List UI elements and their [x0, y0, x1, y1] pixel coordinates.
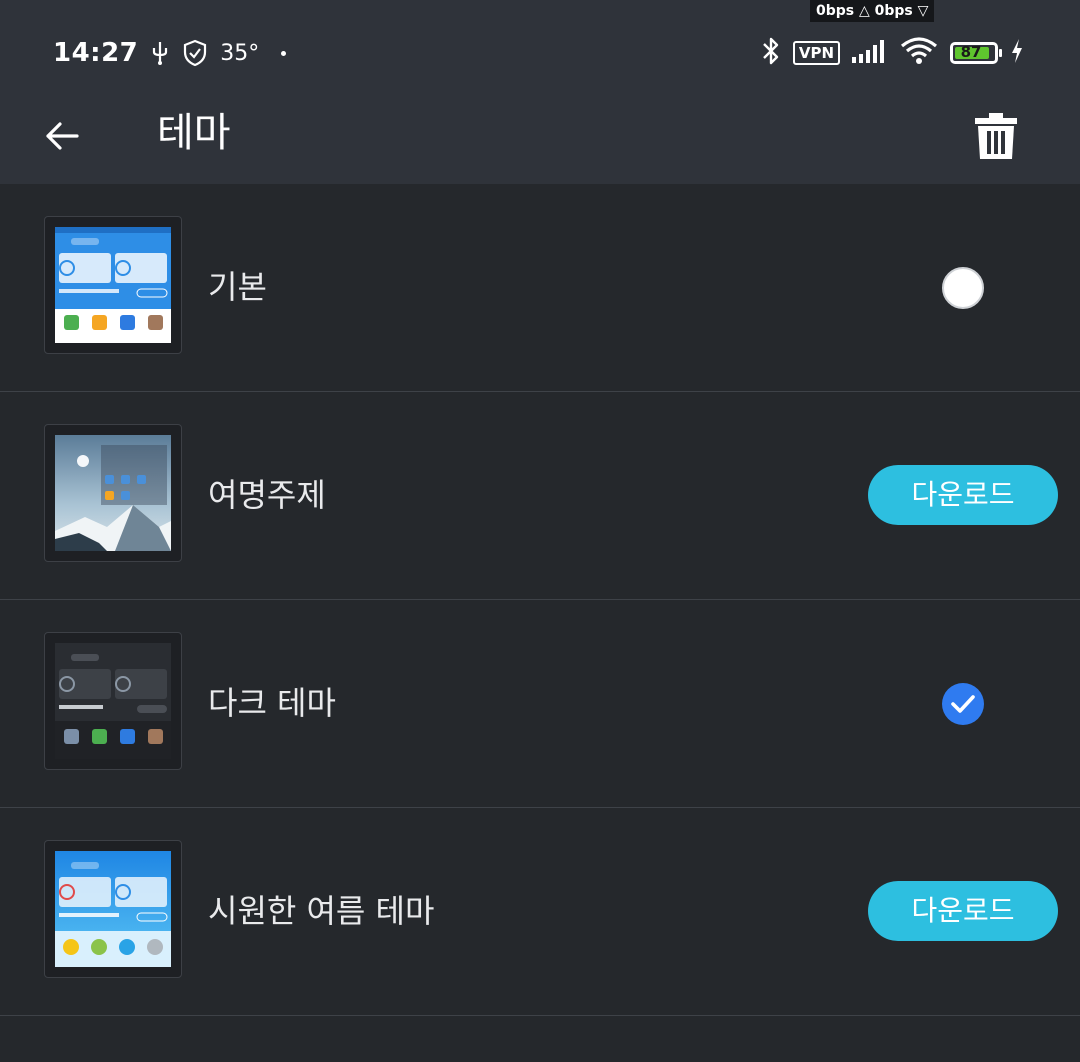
checkmark-icon	[951, 695, 975, 713]
bluetooth-icon	[761, 36, 781, 70]
theme-row-dark[interactable]: 다크 테마	[0, 600, 1080, 808]
theme-thumbnail-dawn	[44, 424, 182, 562]
theme-list: 기본 여명주제 다운로드 다크 테마 시원한 여름 테마 다운로드	[0, 184, 1080, 1016]
theme-name: 기본	[208, 268, 267, 306]
theme-thumbnail-dark	[44, 632, 182, 770]
battery-level: 87	[960, 43, 982, 61]
download-button[interactable]: 다운로드	[868, 881, 1058, 941]
theme-thumbnail-cool-summer	[44, 840, 182, 978]
battery-icon: 87	[950, 42, 1002, 64]
charging-icon	[1010, 38, 1024, 68]
back-button[interactable]	[36, 110, 88, 162]
theme-row-cool-summer[interactable]: 시원한 여름 테마 다운로드	[0, 808, 1080, 1016]
shield-check-icon	[182, 39, 208, 67]
status-bar: 0bps △ 0bps ▽ 14:27 35° VPN 87	[0, 0, 1080, 100]
network-speed: 0bps △ 0bps ▽	[810, 0, 935, 22]
theme-thumbnail-default	[44, 216, 182, 354]
theme-radio-selected[interactable]	[942, 683, 984, 725]
theme-row-default[interactable]: 기본	[0, 184, 1080, 392]
download-button[interactable]: 다운로드	[868, 465, 1058, 525]
trash-icon	[975, 113, 1017, 159]
status-bar-left: 14:27 35°	[53, 36, 287, 70]
temperature: 35°	[220, 40, 260, 66]
wifi-icon	[900, 36, 938, 70]
clock: 14:27	[53, 38, 139, 68]
page-title: 테마	[157, 110, 231, 156]
vpn-indicator: VPN	[792, 41, 840, 65]
theme-name: 여명주제	[208, 476, 326, 514]
signal-icon	[852, 39, 888, 67]
theme-name: 시원한 여름 테마	[208, 892, 435, 930]
app-bar: 테마	[0, 100, 1080, 184]
delete-button[interactable]	[968, 108, 1024, 164]
notification-dot-icon	[281, 50, 287, 56]
arrow-left-icon	[46, 122, 79, 150]
usb-icon	[150, 40, 170, 66]
theme-radio-unselected[interactable]	[942, 267, 984, 309]
status-bar-right: VPN 87	[749, 34, 1024, 72]
theme-name: 다크 테마	[208, 684, 336, 722]
theme-row-dawn[interactable]: 여명주제 다운로드	[0, 392, 1080, 600]
